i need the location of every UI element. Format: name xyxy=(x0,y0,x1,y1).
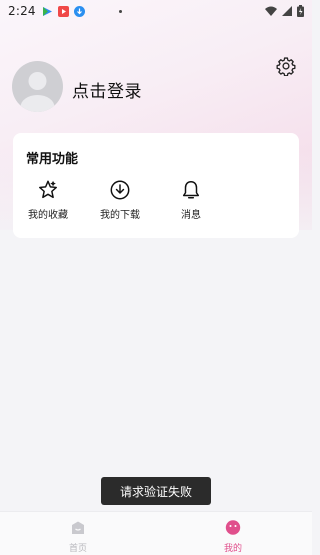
common-functions-card: 常用功能 我的收藏 我的下载 消息 xyxy=(13,133,299,238)
battery-icon xyxy=(297,5,304,17)
card-title: 常用功能 xyxy=(26,152,79,167)
download-icon xyxy=(110,180,130,200)
download-app-icon xyxy=(73,5,85,17)
tab-mine[interactable]: 我的 xyxy=(213,520,253,554)
login-link[interactable]: 点击登录 xyxy=(72,77,142,102)
default-avatar-icon xyxy=(20,72,55,112)
messages-button[interactable]: 消息 xyxy=(161,179,221,221)
favorites-button[interactable]: 我的收藏 xyxy=(18,179,78,221)
bottom-tab-bar: 首页 我的 xyxy=(0,511,312,555)
profile-face-icon xyxy=(225,520,241,535)
messages-label: 消息 xyxy=(181,210,201,221)
star-icon xyxy=(39,180,57,199)
status-time: 2:24 xyxy=(8,4,36,18)
status-bar: 2:24 xyxy=(0,0,312,22)
signal-icon xyxy=(282,6,292,16)
notification-dot xyxy=(118,9,122,13)
wifi-icon xyxy=(265,6,277,16)
tab-mine-label: 我的 xyxy=(223,544,242,554)
toast-message: 请求验证失败 xyxy=(101,477,211,505)
downloads-label: 我的下载 xyxy=(100,210,140,221)
bell-icon xyxy=(182,181,200,199)
downloads-button[interactable]: 我的下载 xyxy=(90,179,150,221)
gear-icon xyxy=(276,57,296,77)
video-app-icon xyxy=(57,5,69,17)
tab-home-label: 首页 xyxy=(68,544,87,554)
favorites-label: 我的收藏 xyxy=(28,210,68,221)
play-store-icon xyxy=(42,6,53,17)
tab-home[interactable]: 首页 xyxy=(58,520,98,554)
settings-button[interactable] xyxy=(276,56,296,77)
avatar[interactable] xyxy=(12,61,63,112)
home-icon xyxy=(72,521,84,534)
